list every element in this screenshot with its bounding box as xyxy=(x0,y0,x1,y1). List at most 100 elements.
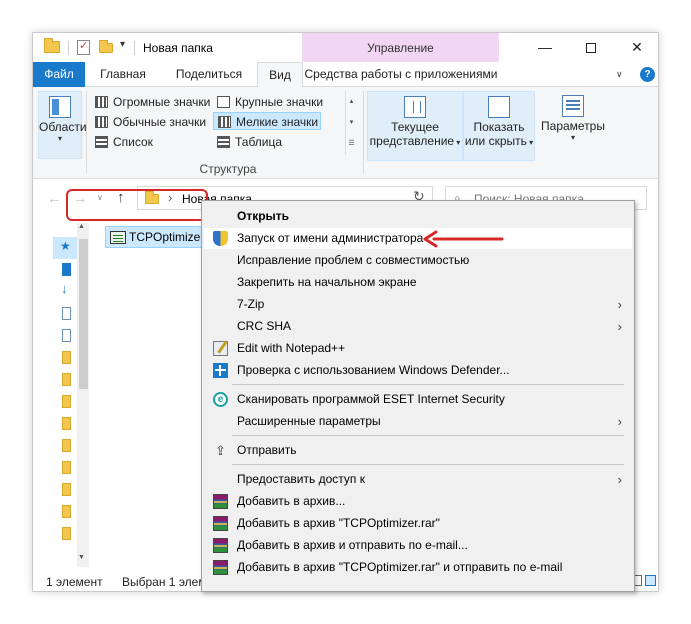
folder-icon[interactable] xyxy=(62,417,71,430)
folder-icon[interactable] xyxy=(62,505,71,518)
scroll-up-icon[interactable]: ▲ xyxy=(78,223,85,230)
small-icons-icon xyxy=(218,116,231,128)
title-separator xyxy=(134,41,135,55)
show-hide-label-2: или скрыть xyxy=(464,134,527,148)
folder-icon[interactable] xyxy=(62,527,71,540)
layout-small-icons[interactable]: Мелкие значки xyxy=(213,112,321,130)
extra-large-icons-icon xyxy=(95,96,108,108)
current-view-icon xyxy=(404,96,426,118)
layout-item-label: Обычные значки xyxy=(113,115,207,129)
chevron-down-icon: ▾ xyxy=(526,138,534,147)
ribbon-collapse-icon[interactable]: ∨ xyxy=(616,69,623,80)
options-icon xyxy=(562,95,584,117)
folder-icon[interactable] xyxy=(62,439,71,452)
pictures-icon[interactable] xyxy=(62,329,71,342)
group-label-layout: Структура xyxy=(199,162,257,176)
folder-icon[interactable] xyxy=(62,461,71,474)
tab-view[interactable]: Вид xyxy=(257,62,303,88)
menu-item-label: Добавить в архив "TCPOptimizer.rar" и от… xyxy=(237,560,563,574)
menu-item-label: Edit with Notepad++ xyxy=(237,341,346,355)
layout-medium-icons[interactable]: Обычные значки xyxy=(91,113,206,131)
downloads-icon[interactable]: ↓ xyxy=(61,281,68,296)
winrar-icon xyxy=(213,494,228,509)
layout-item-label: Список xyxy=(113,135,153,149)
gallery-scroll[interactable]: ▴ ▾ ☰ xyxy=(345,91,357,155)
layout-extra-large-icons[interactable]: Огромные значки xyxy=(91,93,210,111)
menu-item-add-to-archive[interactable]: Добавить в архив... xyxy=(204,491,632,512)
menu-item-label: Исправление проблем с совместимостью xyxy=(237,253,470,267)
tab-file[interactable]: Файл xyxy=(33,62,85,87)
menu-item-label: Добавить в архив "TCPOptimizer.rar" xyxy=(237,516,440,530)
menu-item-label: 7-Zip xyxy=(237,297,265,311)
menu-item-notepadpp[interactable]: Edit with Notepad++ xyxy=(204,338,632,359)
folder-icon[interactable] xyxy=(62,373,71,386)
ribbon-tabs: Файл Главная Поделиться Вид Средства раб… xyxy=(33,62,658,88)
maximize-icon xyxy=(586,43,596,54)
layout-list[interactable]: Список xyxy=(91,133,153,151)
menu-item-7zip[interactable]: 7-Zip › xyxy=(204,294,632,315)
nav-scroll-thumb[interactable] xyxy=(79,239,88,389)
tab-share[interactable]: Поделиться xyxy=(161,62,257,87)
layout-details[interactable]: Таблица xyxy=(213,133,282,151)
desktop-icon[interactable] xyxy=(62,263,71,276)
menu-item-rar-and-email[interactable]: Добавить в архив "TCPOptimizer.rar" и от… xyxy=(204,557,632,578)
documents-icon[interactable] xyxy=(62,307,71,320)
winrar-icon xyxy=(213,560,228,575)
menu-item-eset-scan[interactable]: e Сканировать программой ESET Internet S… xyxy=(204,389,632,410)
context-menu: Открыть Запуск от имени администратора И… xyxy=(201,200,635,592)
scroll-down-icon[interactable]: ▼ xyxy=(78,554,85,561)
group-separator xyxy=(363,91,364,173)
menu-item-crc-sha[interactable]: CRC SHA › xyxy=(204,316,632,337)
medium-icons-icon xyxy=(95,116,108,128)
new-folder-icon[interactable] xyxy=(99,40,113,53)
folder-icon[interactable] xyxy=(62,395,71,408)
show-hide-label-1: Показать xyxy=(473,120,525,134)
winrar-icon xyxy=(213,516,228,531)
help-icon[interactable]: ? xyxy=(640,67,655,82)
folder-icon[interactable] xyxy=(62,483,71,496)
menu-separator xyxy=(232,464,624,465)
properties-icon[interactable] xyxy=(77,39,90,55)
menu-item-open[interactable]: Открыть xyxy=(204,206,632,227)
ribbon: Области ▾ Огромные значки Крупные значки… xyxy=(33,87,658,179)
menu-item-give-access[interactable]: Предоставить доступ к › xyxy=(204,469,632,490)
menu-item-troubleshoot-compat[interactable]: Исправление проблем с совместимостью xyxy=(204,250,632,271)
menu-item-run-as-admin[interactable]: Запуск от имени администратора xyxy=(204,228,632,249)
large-icons-icon xyxy=(217,96,230,108)
status-selected: Выбран 1 элем xyxy=(122,575,207,589)
quick-access-star-icon[interactable]: ★ xyxy=(60,239,71,253)
file-name: TCPOptimizer xyxy=(129,230,205,244)
file-item[interactable]: TCPOptimizer xyxy=(105,226,210,248)
tab-app-tools[interactable]: Средства работы с приложениями xyxy=(303,62,499,87)
context-tab-header: Управление xyxy=(302,33,499,62)
eset-icon: e xyxy=(213,392,228,407)
folder-icon[interactable] xyxy=(62,351,71,364)
options-label: Параметры xyxy=(541,119,605,133)
status-item-count: 1 элемент xyxy=(46,575,103,589)
panes-button[interactable]: Области ▾ xyxy=(38,91,87,159)
menu-item-pin-to-start[interactable]: Закрепить на начальном экране xyxy=(204,272,632,293)
menu-item-label: Расширенные параметры xyxy=(237,414,381,428)
menu-item-archive-and-email[interactable]: Добавить в архив и отправить по e-mail..… xyxy=(204,535,632,556)
chevron-down-icon: ▾ xyxy=(454,138,461,147)
maximize-button[interactable] xyxy=(568,33,614,62)
menu-item-defender-scan[interactable]: Проверка с использованием Windows Defend… xyxy=(204,360,632,381)
tab-home[interactable]: Главная xyxy=(85,62,161,87)
menu-separator xyxy=(232,384,624,385)
layout-item-label: Крупные значки xyxy=(235,95,324,109)
current-view-label-2: представление xyxy=(369,134,455,148)
menu-item-add-to-rar[interactable]: Добавить в архив "TCPOptimizer.rar" xyxy=(204,513,632,534)
chevron-right-icon: › xyxy=(617,414,622,429)
chevron-right-icon: › xyxy=(617,472,622,487)
quick-access-dropdown-icon[interactable]: ▾ xyxy=(120,39,125,50)
current-view-button[interactable]: Текущее представление ▾ xyxy=(367,91,463,161)
menu-item-advanced-options[interactable]: Расширенные параметры › xyxy=(204,411,632,432)
close-button[interactable]: ✕ xyxy=(614,33,658,62)
back-arrow-icon[interactable]: ← xyxy=(47,190,61,206)
large-icons-view-icon[interactable] xyxy=(645,575,656,586)
options-button[interactable]: Параметры ▾ xyxy=(535,91,611,161)
minimize-button[interactable]: — xyxy=(522,33,568,62)
show-hide-button[interactable]: Показать или скрыть ▾ xyxy=(463,91,535,161)
menu-item-share[interactable]: ⇪ Отправить xyxy=(204,440,632,461)
layout-large-icons[interactable]: Крупные значки xyxy=(213,93,323,111)
